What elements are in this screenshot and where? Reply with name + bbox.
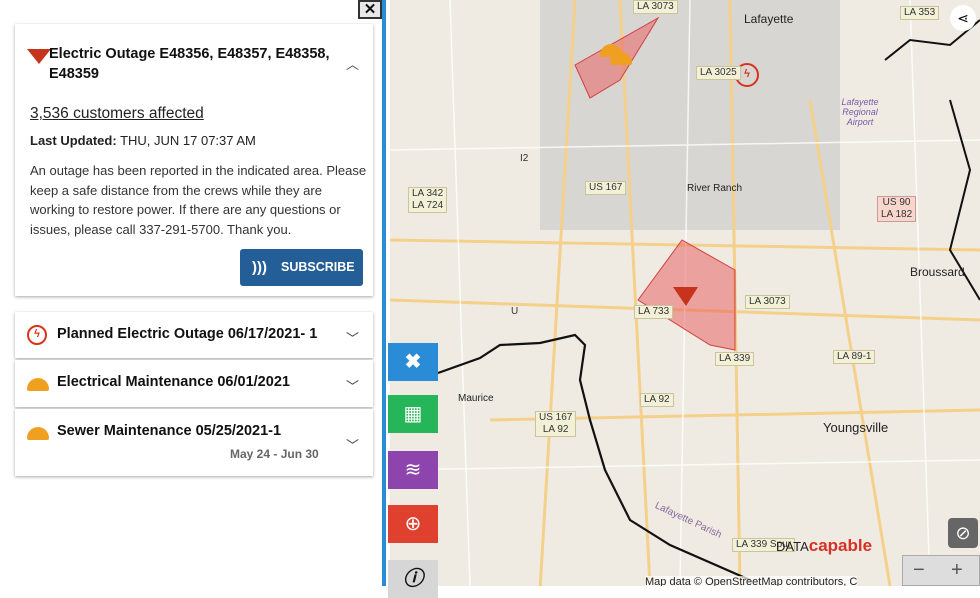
datacapable-logo: DATAcapable (776, 536, 873, 555)
info-icon: ⓘ (403, 568, 423, 590)
basemap-button[interactable]: ⊕ (388, 505, 438, 543)
zoom-control: − + (902, 555, 980, 586)
road-label: LA 733 (634, 305, 674, 319)
town-label: River Ranch (687, 183, 743, 194)
chevron-down-icon[interactable]: ﹀ (346, 328, 359, 347)
side-panel: ✕ Electric Outage E48356, E48357, E48358… (0, 0, 386, 586)
item-title: Sewer Maintenance 05/25/2021-1 (57, 423, 282, 439)
subscribe-label: SUBSCRIBE (281, 260, 355, 274)
red-triangle-icon (27, 49, 51, 64)
outage-title: Electric Outage E48356, E48357, E48358, … (49, 46, 330, 82)
locate-button[interactable]: ⊘ (948, 518, 978, 548)
chevron-down-icon[interactable]: ﹀ (346, 376, 359, 395)
layers-icon: ≋ (404, 459, 422, 481)
town-label: Maurice (458, 393, 494, 404)
road-label: LA 353 (900, 6, 940, 20)
customers-affected-link[interactable]: 3,536 customers affected (30, 105, 204, 123)
chevron-down-icon[interactable]: ﹀ (346, 435, 359, 454)
road-label: US 167 LA 92 (535, 411, 577, 437)
airport-label: Lafayette Regional Airport (841, 97, 879, 127)
road-label: LA 342 LA 724 (408, 187, 448, 213)
chevron-up-icon[interactable]: ︿ (346, 54, 359, 73)
globe-icon: ⊕ (404, 513, 422, 535)
close-icon: ✖ (404, 351, 422, 373)
table-view-button[interactable]: ▦ (388, 395, 438, 433)
map[interactable]: ϟ Lafayette Lafayette Regional Airport R… (390, 0, 980, 586)
item-date-range: May 24 - Jun 30 (230, 447, 319, 461)
zoom-in-button[interactable]: + (951, 559, 963, 582)
subscribe-button[interactable]: ))) SUBSCRIBE (240, 249, 363, 286)
map-layer (390, 0, 980, 586)
town-label: Broussard (910, 265, 965, 279)
layers-button[interactable]: ≋ (388, 451, 438, 489)
grid-icon: ▦ (403, 403, 423, 425)
outage-card: Electric Outage E48356, E48357, E48358, … (15, 24, 373, 296)
last-updated-value: THU, JUN 17 07:37 AM (120, 133, 256, 148)
item-title: Planned Electric Outage 06/17/2021- 1 (57, 326, 318, 342)
stopwatch-bolt-icon: ϟ (27, 325, 47, 345)
list-item[interactable]: ϟ Planned Electric Outage 06/17/2021- 1 … (15, 312, 373, 358)
close-panel-button[interactable]: ✕ (358, 0, 382, 19)
road-label: LA 92 (640, 393, 674, 407)
road-label: US 90 LA 182 (877, 196, 917, 222)
road-label: LA 3073 (633, 0, 678, 14)
road-label: LA 89-1 (833, 350, 876, 364)
road-label: U (511, 306, 519, 317)
info-button[interactable]: ⓘ (388, 560, 438, 598)
item-title: Electrical Maintenance 06/01/2021 (57, 374, 290, 390)
list-item[interactable]: Electrical Maintenance 06/01/2021 ﹀ (15, 360, 373, 407)
road-label: I2 (520, 153, 529, 164)
list-item[interactable]: Sewer Maintenance 05/25/2021-1 May 24 - … (15, 409, 373, 476)
hard-hat-icon (27, 378, 49, 391)
town-label: Lafayette (744, 12, 794, 26)
road-label: LA 3073 (745, 295, 790, 309)
close-layer-button[interactable]: ✖ (388, 343, 438, 381)
road-label: LA 3025 (696, 66, 741, 80)
share-icon[interactable]: ⋖ (950, 5, 976, 31)
hard-hat-icon (27, 427, 49, 440)
outage-message: An outage has been reported in the indic… (30, 163, 367, 237)
map-attribution: Map data © OpenStreetMap contributors, C (645, 576, 858, 586)
last-updated-label: Last Updated: (30, 133, 117, 148)
town-label: Youngsville (823, 420, 889, 435)
road-label: US 167 (585, 181, 627, 195)
road-label: LA 339 (715, 352, 755, 366)
zoom-out-button[interactable]: − (913, 559, 925, 582)
rss-icon: ))) (252, 259, 267, 276)
